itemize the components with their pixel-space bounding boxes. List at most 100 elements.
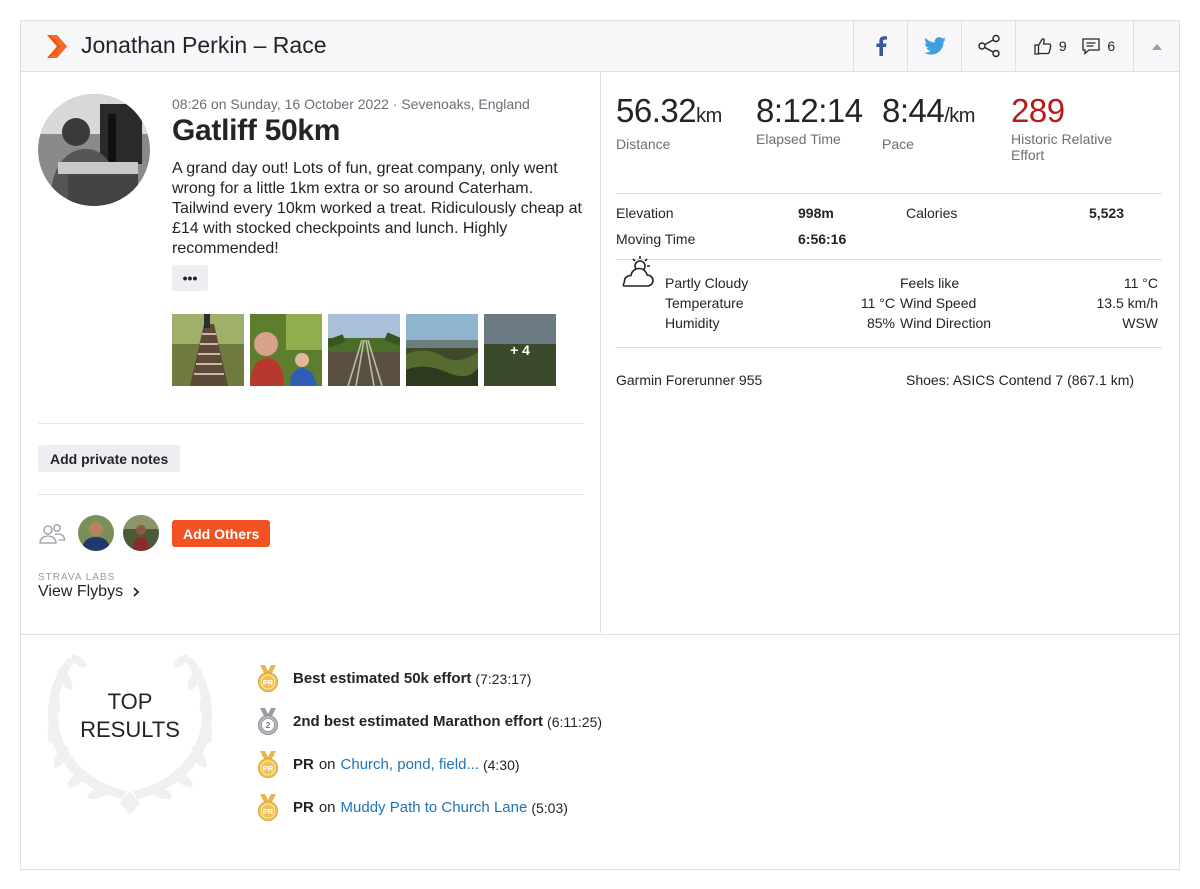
more-photos-label: + 4 <box>510 342 530 358</box>
elevation-value: 998m <box>798 205 834 221</box>
facebook-icon <box>875 36 887 56</box>
feels-like-label: Feels like <box>900 275 960 291</box>
result-prefix: PR <box>293 799 314 816</box>
gold-pr-medal-icon: PR <box>258 751 278 778</box>
stat-label: Distance <box>616 136 671 152</box>
medal-badge: PR <box>263 807 274 816</box>
comment-icon <box>1082 37 1100 55</box>
stat-label: Historic Relative <box>1011 131 1113 147</box>
top-results-list: PR Best estimated 50k effort (7:23:17) 2… <box>257 665 602 837</box>
stat-label: Effort <box>1011 147 1045 163</box>
photo-thumbnail-more[interactable]: + 4 <box>484 314 556 386</box>
temperature-label: Temperature <box>665 295 744 311</box>
activity-summary: 08:26 on Sunday, 16 October 2022 · Seven… <box>21 72 601 633</box>
stat-label: Pace <box>882 136 914 152</box>
moving-time-value: 6:56:16 <box>798 231 847 247</box>
wind-speed-label: Wind Speed <box>900 295 977 311</box>
result-item: 2 2nd best estimated Marathon effort (6:… <box>257 708 602 735</box>
medal-badge: 2 <box>266 721 271 730</box>
twitter-share-button[interactable] <box>907 21 961 71</box>
photo-strip: + 4 <box>172 314 556 386</box>
thumbs-up-icon <box>1034 38 1052 55</box>
photo-thumbnail[interactable] <box>250 314 322 386</box>
result-time: (6:11:25) <box>547 713 603 730</box>
top-results-title-line: TOP <box>107 689 153 714</box>
result-prefix: PR <box>293 756 314 773</box>
stat-elapsed-time: 8:12:14 Elapsed Time <box>756 93 863 148</box>
photo-thumbnail[interactable] <box>172 314 244 386</box>
calories-label: Calories <box>906 205 958 221</box>
add-private-notes-button[interactable]: Add private notes <box>38 445 181 472</box>
segment-link[interactable]: Muddy Path to Church Lane <box>341 799 528 816</box>
caret-up-icon <box>1151 43 1162 50</box>
stat-label: Elapsed Time <box>756 131 841 147</box>
partly-cloudy-icon <box>622 256 654 287</box>
wind-speed-value: 13.5 km/h <box>1096 295 1158 311</box>
elevation-label: Elevation <box>616 205 674 221</box>
stat-unit: km <box>696 105 722 127</box>
result-on: on <box>318 756 336 773</box>
stat-distance: 56.32km Distance <box>616 92 722 153</box>
divider <box>38 494 584 495</box>
comment-count: 6 <box>1107 38 1116 54</box>
view-flybys-label: View Flybys <box>38 583 124 600</box>
view-flybys-link[interactable]: View Flybys <box>38 583 140 601</box>
divider <box>615 347 1162 348</box>
activity-header: Jonathan Perkin – Race 9 6 <box>21 21 1179 72</box>
activity-meta: 08:26 on Sunday, 16 October 2022 · Seven… <box>172 96 530 112</box>
result-on: on <box>318 799 336 816</box>
stat-relative-effort[interactable]: 289 Historic Relative Effort <box>1011 92 1113 164</box>
strava-chevron-icon <box>47 35 67 58</box>
photo-thumbnail[interactable] <box>328 314 400 386</box>
segment-link[interactable]: Church, pond, field... <box>341 756 479 773</box>
top-results-title-line: RESULTS <box>80 717 180 742</box>
collapse-button[interactable] <box>1133 21 1179 71</box>
result-item: PR Best estimated 50k effort (7:23:17) <box>257 665 602 692</box>
activity-card: Jonathan Perkin – Race 9 6 08:26 on Sund… <box>20 20 1180 870</box>
divider <box>615 259 1162 260</box>
activity-description: A grand day out! Lots of fun, great comp… <box>172 160 582 257</box>
activity-name: Gatliff 50km <box>172 114 341 147</box>
activity-stats: 56.32km Distance 8:12:14 Elapsed Time 8:… <box>602 72 1179 633</box>
device-name: Garmin Forerunner 955 <box>616 372 763 388</box>
photo-thumbnail[interactable] <box>406 314 478 386</box>
strava-labs-label: STRAVA LABS <box>38 572 116 583</box>
stat-value: 8:44 <box>882 92 945 129</box>
kudos-comments-group: 9 6 <box>1015 21 1133 71</box>
stat-value: 289 <box>1011 92 1065 129</box>
group-icon <box>39 524 66 544</box>
athlete-avatar[interactable] <box>123 515 159 551</box>
facebook-share-button[interactable] <box>853 21 907 71</box>
humidity-value: 85% <box>866 315 895 331</box>
kudos-button[interactable]: 9 <box>1034 37 1067 55</box>
result-time: (5:03) <box>531 799 568 816</box>
athlete-avatar[interactable] <box>38 94 150 206</box>
humidity-label: Humidity <box>665 315 720 331</box>
comments-button[interactable]: 6 <box>1082 37 1116 55</box>
avatar-photo <box>38 94 150 206</box>
calories-value: 5,523 <box>1088 205 1124 221</box>
shoes-info: Shoes: ASICS Contend 7 (867.1 km) <box>906 372 1135 388</box>
more-description-button[interactable]: ••• <box>172 265 208 291</box>
athlete-avatar[interactable] <box>78 515 114 551</box>
moving-time-label: Moving Time <box>616 231 696 247</box>
stat-value: 56.32 <box>616 92 697 129</box>
stat-unit: /km <box>944 105 975 127</box>
divider <box>38 423 584 424</box>
twitter-icon <box>923 37 946 55</box>
wind-direction-value: WSW <box>1122 315 1158 331</box>
page-title: Jonathan Perkin – Race <box>81 32 327 58</box>
result-time: (4:30) <box>482 756 520 773</box>
header-actions: 9 6 <box>853 21 1179 71</box>
weather-condition: Partly Cloudy <box>665 275 749 291</box>
wind-direction-label: Wind Direction <box>900 315 992 331</box>
top-results-title: TOP RESULTS <box>69 688 191 744</box>
result-time: (7:23:17) <box>475 670 532 687</box>
share-button[interactable] <box>961 21 1015 71</box>
add-others-button[interactable]: Add Others <box>172 520 271 547</box>
share-icon <box>977 34 1000 58</box>
gold-pr-medal-icon: PR <box>258 665 278 692</box>
result-text: Best estimated 50k effort <box>293 670 472 687</box>
temperature-value: 11 °C <box>860 295 895 311</box>
chevron-right-icon <box>133 587 140 597</box>
